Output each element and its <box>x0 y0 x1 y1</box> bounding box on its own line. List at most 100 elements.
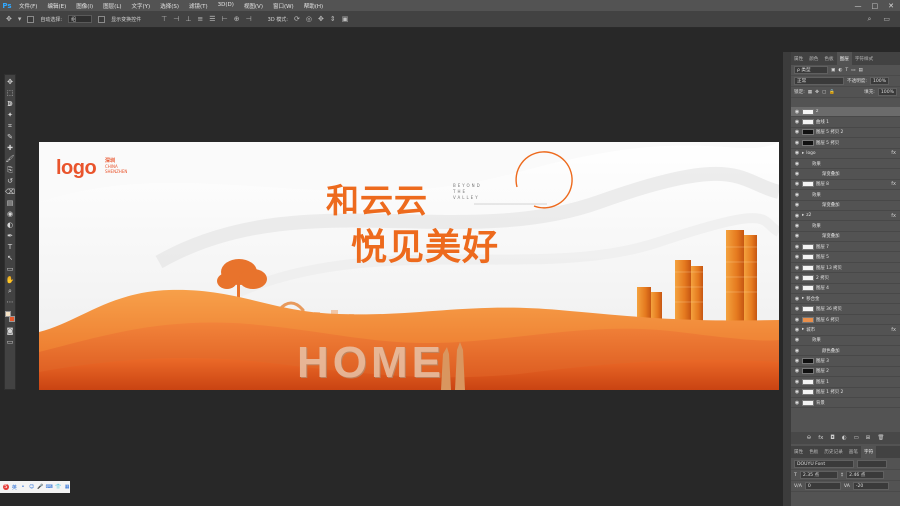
lang-icon[interactable]: 英 <box>12 484 18 491</box>
char-panel-tab[interactable]: 属性 <box>791 446 806 459</box>
minimize-button[interactable]: — <box>855 2 862 10</box>
skin-icon[interactable]: 👕 <box>55 484 61 490</box>
char-panel-tab[interactable]: 色板 <box>806 446 821 459</box>
align-middle-icon[interactable]: ⊣ <box>173 15 179 23</box>
eyedropper-tool-icon[interactable]: ✎ <box>6 133 15 142</box>
add-style-icon[interactable]: fx <box>818 435 823 441</box>
menu-item[interactable]: 选择(S) <box>155 2 184 10</box>
crop-tool-icon[interactable]: ⌗ <box>6 122 15 131</box>
quick-mask-icon[interactable]: ◙ <box>6 327 15 336</box>
layer-row[interactable]: ◉ 图层 36 拷贝 <box>791 304 900 315</box>
shape-tool-icon[interactable]: ▭ <box>6 265 15 274</box>
layer-row[interactable]: ◉ 图层 5 拷贝 2 <box>791 128 900 139</box>
add-mask-icon[interactable]: ◘ <box>830 435 834 441</box>
char-panel-tab[interactable]: 字符 <box>861 445 877 459</box>
visibility-eye-icon[interactable]: ◉ <box>794 285 800 291</box>
pen-tool-icon[interactable]: ✒ <box>6 232 15 241</box>
layer-row[interactable]: ◉ 颜色叠加 <box>791 346 900 357</box>
delete-layer-icon[interactable]: 🗑 <box>877 435 884 441</box>
layer-row[interactable]: ◉ 图层 4 <box>791 284 900 295</box>
marquee-tool-icon[interactable]: ⬚ <box>6 89 15 98</box>
sogou-icon[interactable]: S <box>3 484 9 490</box>
visibility-eye-icon[interactable]: ◉ <box>794 181 800 187</box>
layer-row[interactable]: ◉ 图层 1 <box>791 377 900 388</box>
background-color-swatch[interactable] <box>9 316 15 322</box>
kerning-field[interactable]: 0 <box>804 482 841 490</box>
panel-tab[interactable]: 色板 <box>821 52 836 65</box>
panel-tab[interactable]: 字符样式 <box>852 52 876 65</box>
visibility-eye-icon[interactable]: ◉ <box>794 275 800 281</box>
align-right-icon[interactable]: ⊣ <box>246 15 252 23</box>
visibility-eye-icon[interactable]: ◉ <box>794 317 800 323</box>
layer-row[interactable]: ◉ 效果 <box>791 221 900 232</box>
maximize-button[interactable]: □ <box>872 2 879 10</box>
layer-row[interactable]: ◉ ▸ 城市 fx <box>791 325 900 336</box>
layer-effects-icon[interactable]: fx <box>891 150 900 156</box>
layer-row[interactable]: ◉ 效果 <box>791 190 900 201</box>
fill-field[interactable]: 100% <box>877 88 897 96</box>
layer-row[interactable]: ◉ 渐变叠加 <box>791 232 900 243</box>
punct-icon[interactable]: • <box>20 484 26 490</box>
visibility-eye-icon[interactable]: ◉ <box>794 400 800 406</box>
visibility-eye-icon[interactable]: ◉ <box>794 161 800 167</box>
menu-item[interactable]: 滤镜(T) <box>184 2 213 10</box>
panel-tab[interactable]: 颜色 <box>806 52 821 65</box>
slide-3d-icon[interactable]: ⇕ <box>330 15 336 23</box>
filter-pixel-icon[interactable]: ▣ <box>831 68 835 73</box>
hand-tool-icon[interactable]: ✋ <box>6 276 15 285</box>
char-panel-tab[interactable]: 画笔 <box>846 446 861 459</box>
healing-tool-icon[interactable]: ✚ <box>6 144 15 153</box>
layer-row[interactable]: ◉ ▸ 移合金 <box>791 294 900 305</box>
brush-tool-icon[interactable]: 🖌 <box>6 155 15 164</box>
visibility-eye-icon[interactable]: ◉ <box>794 296 800 302</box>
visibility-eye-icon[interactable]: ◉ <box>794 140 800 146</box>
menu-item[interactable]: 图层(L) <box>98 2 126 10</box>
voice-icon[interactable]: 🎤 <box>37 484 43 490</box>
keyboard-icon[interactable]: ⌨ <box>46 484 53 490</box>
path-select-tool-icon[interactable]: ↖ <box>6 254 15 263</box>
type-tool-icon[interactable]: T <box>6 243 15 252</box>
layer-row[interactable]: ◉ 图层 6 拷贝 <box>791 315 900 326</box>
layer-row[interactable]: ◉ 渐变叠加 <box>791 169 900 180</box>
layer-row[interactable]: ◉ 图层 5 拷贝 <box>791 138 900 149</box>
align-left-icon[interactable]: ⊢ <box>222 15 228 23</box>
visibility-eye-icon[interactable]: ◉ <box>794 337 800 343</box>
lock-artboard-icon[interactable]: ▢ <box>822 90 826 95</box>
menu-item[interactable]: 图像(I) <box>71 2 98 10</box>
visibility-eye-icon[interactable]: ◉ <box>794 119 800 125</box>
gradient-tool-icon[interactable]: ▤ <box>6 199 15 208</box>
visibility-eye-icon[interactable]: ◉ <box>794 358 800 364</box>
layer-row[interactable]: ◉ ▸ logo fx <box>791 149 900 159</box>
layer-row[interactable]: ◉ 图层 13 拷贝 <box>791 263 900 274</box>
leading-field[interactable]: 2.46 点 <box>846 471 885 479</box>
char-panel-tab[interactable]: 历史记录 <box>821 446 845 459</box>
visibility-eye-icon[interactable]: ◉ <box>794 327 800 333</box>
visibility-eye-icon[interactable]: ◉ <box>794 129 800 135</box>
visibility-eye-icon[interactable]: ◉ <box>794 192 800 198</box>
visibility-eye-icon[interactable]: ◉ <box>794 109 800 115</box>
roll-3d-icon[interactable]: ◎ <box>306 15 312 23</box>
visibility-eye-icon[interactable]: ◉ <box>794 254 800 260</box>
layer-row[interactable]: ◉ z <box>791 107 900 118</box>
screen-mode-icon[interactable]: ▭ <box>6 338 15 347</box>
search-icon[interactable]: ⌕ <box>867 15 871 24</box>
layer-row[interactable]: ◉ 背景 <box>791 398 900 409</box>
layer-row[interactable]: ◉ 图层 7 <box>791 242 900 253</box>
apps-icon[interactable]: ▦ <box>64 484 70 490</box>
blur-tool-icon[interactable]: ◉ <box>6 210 15 219</box>
visibility-eye-icon[interactable]: ◉ <box>794 389 800 395</box>
font-style-dropdown[interactable] <box>857 460 887 468</box>
menu-item[interactable]: 窗口(W) <box>268 2 299 10</box>
visibility-eye-icon[interactable]: ◉ <box>794 244 800 250</box>
history-brush-tool-icon[interactable]: ↺ <box>6 177 15 186</box>
visibility-eye-icon[interactable]: ◉ <box>794 223 800 229</box>
blend-mode-dropdown[interactable]: 正常 <box>794 77 844 85</box>
opacity-field[interactable]: 100% <box>869 77 890 85</box>
filter-type-icon[interactable]: T <box>845 68 848 73</box>
layer-row[interactable]: ◉ 图层 2 <box>791 367 900 378</box>
panel-tab[interactable]: 图层 <box>836 52 852 65</box>
dodge-tool-icon[interactable]: ◐ <box>6 221 15 230</box>
layer-row[interactable]: ◉ 图层 3 <box>791 356 900 367</box>
workspace-icon[interactable]: ▭ <box>883 15 890 24</box>
more-tool-icon[interactable]: ⋯ <box>6 298 15 307</box>
